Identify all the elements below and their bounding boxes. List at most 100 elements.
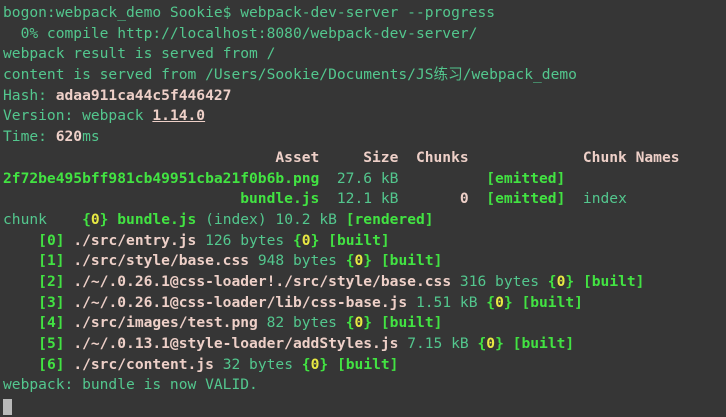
text-segment bbox=[108, 211, 117, 228]
text-segment: index bbox=[565, 190, 627, 207]
text-segment: 1.14.0 bbox=[152, 107, 205, 124]
text-segment bbox=[65, 232, 74, 249]
text-segment: 27.6 kB bbox=[319, 170, 486, 187]
text-segment: adaa911ca44c5f446427 bbox=[56, 87, 232, 104]
text-segment: [6] bbox=[38, 356, 64, 373]
text-segment: 620 bbox=[56, 128, 82, 145]
terminal-line: Asset Size Chunks Chunk Names bbox=[3, 148, 726, 169]
text-segment bbox=[65, 335, 74, 352]
terminal-line: content is served from /Users/Sookie/Doc… bbox=[3, 65, 726, 86]
text-segment bbox=[469, 190, 487, 207]
text-segment: ./~/.0.26.1@css-loader!./src/style/base.… bbox=[73, 273, 451, 290]
text-segment: { bbox=[548, 273, 557, 290]
text-segment: 948 bytes bbox=[249, 252, 346, 269]
text-segment: 0 bbox=[302, 232, 311, 249]
text-segment: [built] bbox=[521, 294, 583, 311]
text-segment: } bbox=[319, 356, 328, 373]
terminal-line: [6] ./src/content.js 32 bytes {0} [built… bbox=[3, 355, 726, 376]
text-segment: 12.1 kB bbox=[319, 190, 460, 207]
terminal-line: [4] ./src/images/test.png 82 bytes {0} [… bbox=[3, 313, 726, 334]
text-segment: content is served from /Users/Sookie/Doc… bbox=[3, 66, 577, 83]
text-segment bbox=[3, 190, 240, 207]
text-segment bbox=[3, 232, 38, 249]
text-segment: Hash: bbox=[3, 87, 56, 104]
text-segment: chunk bbox=[3, 211, 82, 228]
text-segment bbox=[3, 252, 38, 269]
text-segment bbox=[65, 273, 74, 290]
terminal-line: [5] ./~/.0.13.1@style-loader/addStyles.j… bbox=[3, 334, 726, 355]
text-segment: (index) 10.2 kB bbox=[196, 211, 345, 228]
terminal-cursor bbox=[3, 399, 12, 415]
text-segment bbox=[328, 356, 337, 373]
text-segment: 7.15 kB bbox=[398, 335, 477, 352]
text-segment: [emitted] bbox=[486, 170, 565, 187]
terminal-line: [0] ./src/entry.js 126 bytes {0} [built] bbox=[3, 231, 726, 252]
text-segment: 0 bbox=[495, 294, 504, 311]
terminal-line: [3] ./~/.0.26.1@css-loader/lib/css-base.… bbox=[3, 293, 726, 314]
text-segment: [rendered] bbox=[346, 211, 434, 228]
terminal-line: Version: webpack 1.14.0 bbox=[3, 106, 726, 127]
text-segment: } bbox=[504, 294, 513, 311]
text-segment: ms bbox=[82, 128, 100, 145]
text-segment: 316 bytes bbox=[451, 273, 548, 290]
terminal-line: webpack result is served from / bbox=[3, 44, 726, 65]
text-segment bbox=[372, 252, 381, 269]
text-segment: } bbox=[363, 252, 372, 269]
terminal-line: chunk {0} bundle.js (index) 10.2 kB [ren… bbox=[3, 210, 726, 231]
text-segment: [built] bbox=[328, 232, 390, 249]
text-segment: { bbox=[486, 294, 495, 311]
text-segment: ./src/entry.js bbox=[73, 232, 196, 249]
text-segment bbox=[65, 252, 74, 269]
text-segment: ./src/content.js bbox=[73, 356, 214, 373]
text-segment: webpack result is served from / bbox=[3, 45, 275, 62]
text-segment: { bbox=[346, 314, 355, 331]
text-segment: [3] bbox=[38, 294, 64, 311]
terminal-line: Time: 620ms bbox=[3, 127, 726, 148]
text-segment: [4] bbox=[38, 314, 64, 331]
text-segment: 126 bytes bbox=[196, 232, 293, 249]
text-segment: } bbox=[565, 273, 574, 290]
text-segment: { bbox=[293, 232, 302, 249]
text-segment: [emitted] bbox=[486, 190, 565, 207]
text-segment: } bbox=[363, 314, 372, 331]
text-segment: [built] bbox=[381, 314, 443, 331]
text-segment: Version: webpack bbox=[3, 107, 152, 124]
text-segment bbox=[65, 314, 74, 331]
text-segment: { bbox=[302, 356, 311, 373]
text-segment: 1.51 kB bbox=[407, 294, 486, 311]
text-segment: bundle.js bbox=[117, 211, 196, 228]
terminal-line: 0% compile http://localhost:8080/webpack… bbox=[3, 24, 726, 45]
terminal-line: [2] ./~/.0.26.1@css-loader!./src/style/b… bbox=[3, 272, 726, 293]
text-segment: [5] bbox=[38, 335, 64, 352]
terminal-line: Hash: adaa911ca44c5f446427 bbox=[3, 86, 726, 107]
text-segment: 82 bytes bbox=[258, 314, 346, 331]
text-segment: 0 bbox=[486, 335, 495, 352]
text-segment bbox=[504, 335, 513, 352]
text-segment bbox=[574, 273, 583, 290]
text-segment: 0 bbox=[91, 211, 100, 228]
text-segment: bogon:webpack_demo Sookie$ webpack-dev-s… bbox=[3, 4, 495, 21]
text-segment: 32 bytes bbox=[214, 356, 302, 373]
text-segment: [built] bbox=[337, 356, 399, 373]
text-segment: 2f72be495bff981cb49951cba21f0b6b.png bbox=[3, 170, 319, 187]
text-segment: ./src/images/test.png bbox=[73, 314, 258, 331]
terminal-line: [1] ./src/style/base.css 948 bytes {0} [… bbox=[3, 251, 726, 272]
text-segment bbox=[3, 335, 38, 352]
text-segment: [1] bbox=[38, 252, 64, 269]
text-segment: { bbox=[82, 211, 91, 228]
text-segment: 0% compile http://localhost:8080/webpack… bbox=[3, 25, 477, 42]
text-segment: 0 bbox=[355, 314, 364, 331]
text-segment: ./~/.0.13.1@style-loader/addStyles.js bbox=[73, 335, 398, 352]
terminal-line bbox=[3, 396, 726, 417]
terminal-line: webpack: bundle is now VALID. bbox=[3, 375, 726, 396]
terminal-screen[interactable]: bogon:webpack_demo Sookie$ webpack-dev-s… bbox=[0, 0, 726, 417]
text-segment bbox=[3, 294, 38, 311]
text-segment: [built] bbox=[513, 335, 575, 352]
text-segment: [2] bbox=[38, 273, 64, 290]
text-segment bbox=[3, 273, 38, 290]
text-segment: Time: bbox=[3, 128, 56, 145]
text-segment bbox=[65, 294, 74, 311]
terminal-line: bogon:webpack_demo Sookie$ webpack-dev-s… bbox=[3, 3, 726, 24]
text-segment bbox=[3, 356, 38, 373]
terminal-line: bundle.js 12.1 kB 0 [emitted] index bbox=[3, 189, 726, 210]
